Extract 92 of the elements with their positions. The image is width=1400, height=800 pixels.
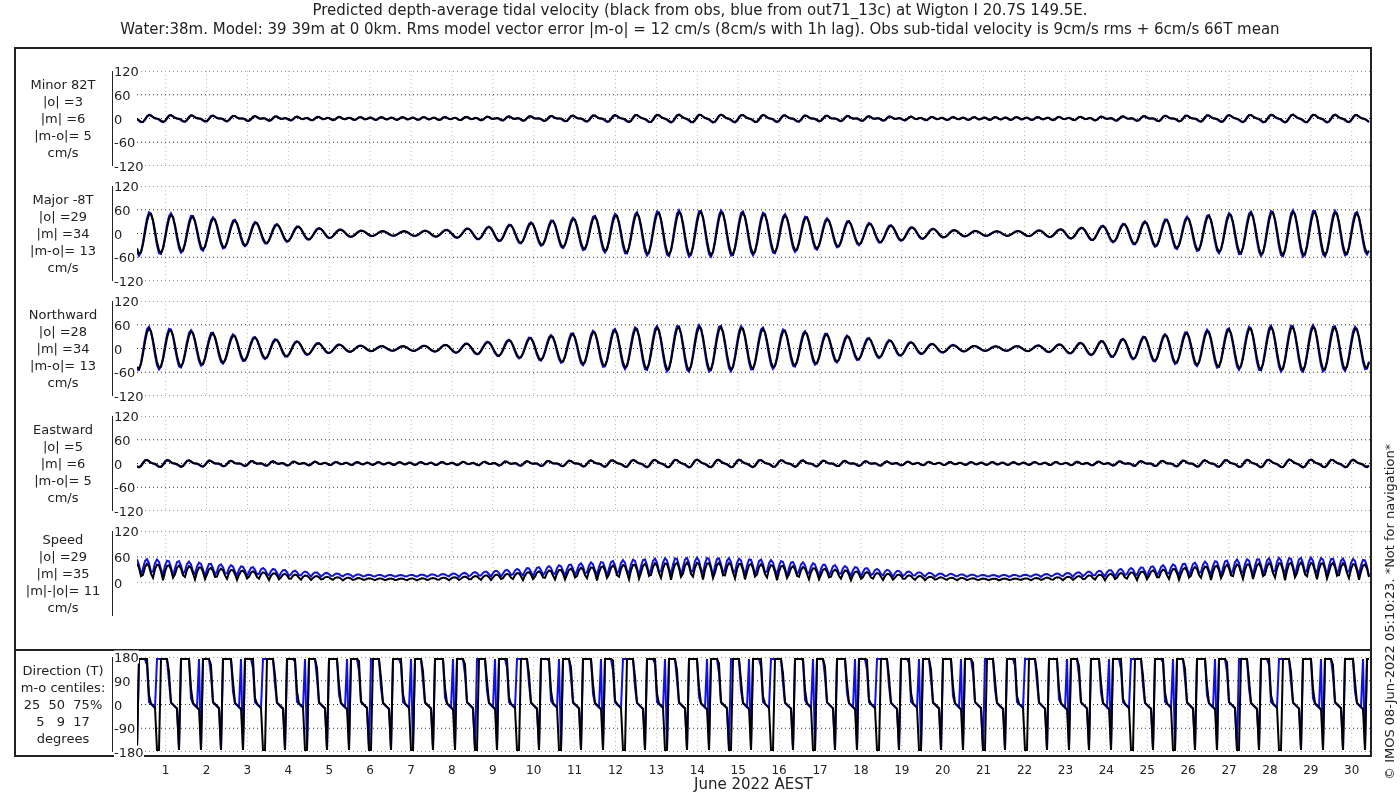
x-tick-label: 13 bbox=[648, 763, 665, 777]
x-tick-label: 28 bbox=[1262, 763, 1278, 777]
x-tick-label: 8 bbox=[448, 763, 456, 777]
x-tick-label: 11 bbox=[567, 763, 583, 777]
panel-label: cm/s bbox=[47, 144, 79, 161]
y-tick-label: 60 bbox=[114, 203, 131, 217]
panel-label: Direction (T) bbox=[22, 662, 104, 679]
y-tick-label: 120 bbox=[114, 524, 139, 538]
x-axis-label: June 2022 AEST bbox=[694, 775, 813, 793]
x-tick-label: 1 bbox=[161, 763, 170, 777]
panel-label: |m| =34 bbox=[36, 225, 90, 242]
x-tick-label: 3 bbox=[243, 763, 252, 777]
x-tick-label: 20 bbox=[935, 763, 951, 777]
y-tick-label: 120 bbox=[114, 294, 139, 308]
panel-label: |m| =35 bbox=[36, 565, 90, 582]
x-tick-label: 17 bbox=[812, 763, 828, 777]
y-tick-label: 0 bbox=[114, 576, 123, 590]
y-tick-label: 120 bbox=[114, 64, 139, 78]
y-tick-label: -120 bbox=[114, 274, 144, 288]
y-tick-label: -60 bbox=[114, 250, 136, 264]
x-tick-label: 26 bbox=[1180, 763, 1196, 777]
y-tick-label: 60 bbox=[114, 88, 131, 102]
panel-label: |m-o|= 13 bbox=[30, 357, 96, 374]
panel-label: |o| =28 bbox=[38, 323, 88, 340]
y-tick-label: 0 bbox=[114, 112, 123, 125]
y-tick-label: -60 bbox=[114, 365, 136, 379]
x-tick-label: 5 bbox=[325, 763, 334, 777]
panel-label: |m-o|= 13 bbox=[30, 242, 96, 259]
chart-title: Predicted depth-average tidal velocity (black from obs, blue from out71_13c) at Wigton I 20.7S 149.5E. bbox=[312, 1, 1088, 20]
y-tick-label: -60 bbox=[114, 135, 136, 149]
panel-label: degrees bbox=[36, 730, 90, 747]
credit-text: © IMOS 08-Jun-2022 05:10:23. *Not for navigation* bbox=[1382, 443, 1397, 780]
y-tick-label: 180 bbox=[114, 650, 139, 664]
x-tick-label: 10 bbox=[526, 763, 542, 777]
x-tick-label: 16 bbox=[771, 763, 787, 777]
x-tick-label: 14 bbox=[689, 763, 705, 777]
y-tick-label: -120 bbox=[114, 389, 144, 403]
y-tick-label: 60 bbox=[114, 550, 131, 564]
y-tick-label: 0 bbox=[114, 227, 123, 240]
x-tick-label: 29 bbox=[1303, 763, 1319, 777]
y-tick-label: 0 bbox=[114, 342, 123, 355]
chart-title: Water:38m. Model: 39 39m at 0 0km. Rms model vector error |m-o| = 12 cm/s (8cm/s with 1h lag). Obs sub-tidal velocity is 9cm/s rms + 6cm/s 66T mean bbox=[120, 20, 1280, 39]
panel-label: |m-o|= 5 bbox=[34, 127, 92, 144]
x-tick-label: 9 bbox=[489, 763, 497, 777]
y-tick-label: -120 bbox=[114, 504, 144, 518]
panel-label: cm/s bbox=[47, 259, 79, 276]
x-tick-label: 22 bbox=[1016, 763, 1033, 777]
panel-label: |m| =6 bbox=[40, 455, 86, 472]
y-tick-label: 120 bbox=[114, 179, 139, 193]
panel-label: Eastward bbox=[33, 421, 93, 438]
panel-label: cm/s bbox=[47, 374, 79, 391]
y-tick-label: -120 bbox=[114, 159, 144, 173]
panel-label: Speed bbox=[42, 531, 84, 548]
y-tick-label: -180 bbox=[114, 745, 144, 759]
y-tick-label: -60 bbox=[114, 480, 136, 494]
panel-label: |o| =5 bbox=[43, 438, 83, 455]
x-tick-label: 15 bbox=[730, 763, 746, 777]
panel-label: |o| =29 bbox=[38, 208, 88, 225]
panel-label: m-o centiles: bbox=[20, 679, 106, 696]
y-tick-label: -90 bbox=[114, 721, 136, 735]
y-tick-label: 60 bbox=[114, 318, 131, 332]
panel-label: |m|-|o|= 11 bbox=[25, 582, 101, 599]
x-tick-label: 19 bbox=[894, 763, 910, 777]
panel-label: cm/s bbox=[47, 489, 79, 506]
y-tick-label: 0 bbox=[114, 698, 123, 711]
panel-label: cm/s bbox=[47, 599, 79, 616]
panel-label: |m-o|= 5 bbox=[34, 472, 92, 489]
x-tick-label: 30 bbox=[1344, 763, 1360, 777]
x-tick-label: 4 bbox=[284, 763, 293, 777]
x-tick-label: 2 bbox=[202, 763, 211, 777]
y-tick-label: 90 bbox=[114, 674, 131, 688]
x-tick-label: 7 bbox=[407, 763, 415, 777]
panel-label: |m| =34 bbox=[36, 340, 90, 357]
x-tick-label: 12 bbox=[607, 763, 624, 777]
panel-label: Minor 82T bbox=[30, 76, 96, 93]
panel-label: 25 50 75% bbox=[23, 696, 103, 713]
x-tick-label: 21 bbox=[976, 763, 992, 777]
x-tick-label: 24 bbox=[1098, 763, 1114, 777]
panel-label: |m| =6 bbox=[40, 110, 86, 127]
x-tick-label: 23 bbox=[1057, 763, 1074, 777]
panel-label: 5 9 17 bbox=[36, 713, 90, 730]
x-tick-label: 27 bbox=[1221, 763, 1237, 777]
y-tick-label: 60 bbox=[114, 433, 131, 447]
panel-label: |o| =3 bbox=[43, 93, 83, 110]
panel-label: Major -8T bbox=[32, 191, 94, 208]
panel-label: |o| =29 bbox=[38, 548, 88, 565]
y-tick-label: 120 bbox=[114, 409, 139, 423]
x-tick-label: 6 bbox=[366, 763, 374, 777]
panel-label: Northward bbox=[28, 306, 98, 323]
x-tick-label: 18 bbox=[853, 763, 869, 777]
y-tick-label: 0 bbox=[114, 457, 123, 470]
x-tick-label: 25 bbox=[1139, 763, 1155, 777]
